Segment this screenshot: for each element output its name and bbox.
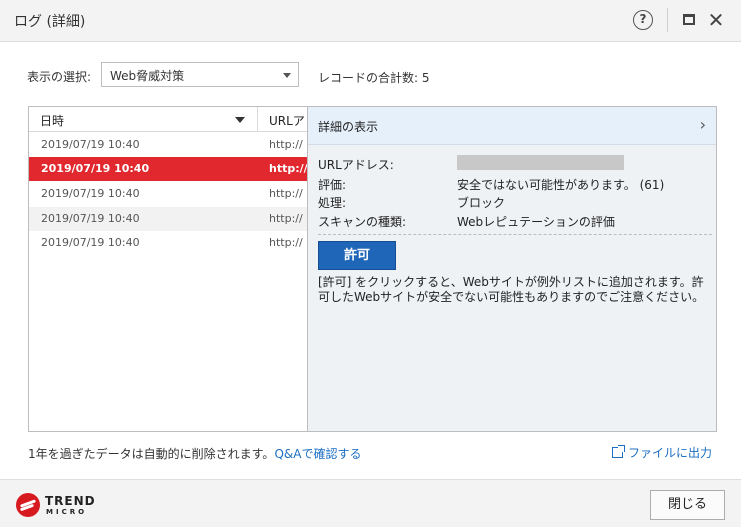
list-header: 日時 URLア <box>29 107 307 132</box>
table-row[interactable]: 2019/07/19 10:40 http:// <box>29 182 307 206</box>
record-total: レコードの合計数: 5 <box>318 71 430 85</box>
url-value-redacted <box>457 155 624 170</box>
bottom-bar: TREND MICRO 閉じる <box>0 479 741 527</box>
rating-label: 評価: <box>318 178 347 192</box>
column-header-url[interactable]: URLア <box>269 112 305 129</box>
row-date: 2019/07/19 10:40 <box>41 138 140 151</box>
table-row[interactable]: 2019/07/19 10:40 http:// <box>29 207 307 231</box>
row-date: 2019/07/19 10:40 <box>41 236 140 249</box>
close-icon[interactable]: ✕ <box>706 9 726 31</box>
scan-type-label: スキャンの種類: <box>318 215 407 229</box>
detail-panel: 詳細の表示 › URLアドレス: 評価: 安全ではない可能性があります。 (61… <box>307 106 717 432</box>
filter-selected-value: Web脅威対策 <box>110 69 185 83</box>
allow-note: [許可] をクリックすると、Webサイトが例外リストに追加されます。許可したWe… <box>318 275 705 304</box>
export-file-link[interactable]: ファイルに出力 <box>612 444 712 461</box>
sort-down-icon[interactable] <box>235 117 245 123</box>
export-file-label: ファイルに出力 <box>628 446 713 460</box>
detail-title: 詳細の表示 <box>318 120 379 134</box>
rating-value: 安全ではない可能性があります。 (61) <box>457 178 665 192</box>
qa-link[interactable]: Q&Aで確認する <box>274 447 361 461</box>
filter-select[interactable]: Web脅威対策 <box>101 62 299 87</box>
chevron-right-icon[interactable]: › <box>700 115 706 134</box>
row-date: 2019/07/19 10:40 <box>41 212 140 225</box>
help-icon[interactable]: ? <box>633 10 653 30</box>
allow-button[interactable]: 許可 <box>318 241 396 270</box>
row-url: http:// <box>269 162 307 175</box>
row-url: http:// <box>269 212 303 225</box>
detail-divider <box>318 234 712 235</box>
detail-header[interactable]: 詳細の表示 › <box>308 107 716 145</box>
url-label: URLアドレス: <box>318 158 394 172</box>
scan-type-value: Webレピュテーションの評価 <box>457 215 615 229</box>
row-url: http:// <box>269 187 303 200</box>
action-value: ブロック <box>457 196 506 210</box>
column-header-date[interactable]: 日時 <box>40 112 64 129</box>
external-link-icon <box>612 445 625 458</box>
table-row-selected[interactable]: 2019/07/19 10:40 http:// <box>29 157 307 181</box>
logo-text-micro: MICRO <box>46 508 88 516</box>
logo-text-trend: TREND <box>45 494 96 508</box>
action-label: 処理: <box>318 196 347 210</box>
window-title: ログ (詳細) <box>14 14 86 30</box>
row-url: http:// <box>269 138 303 151</box>
retention-note: 1年を過ぎたデータは自動的に削除されます。Q&Aで確認する <box>28 445 361 462</box>
table-row[interactable]: 2019/07/19 10:40 http:// <box>29 231 307 255</box>
filter-label: 表示の選択: <box>27 70 92 84</box>
chevron-down-icon <box>283 73 291 78</box>
row-date: 2019/07/19 10:40 <box>41 187 140 200</box>
title-divider <box>667 8 668 32</box>
maximize-icon[interactable] <box>683 14 695 25</box>
retention-note-text: 1年を過ぎたデータは自動的に削除されます。 <box>28 447 275 461</box>
close-button[interactable]: 閉じる <box>650 490 725 520</box>
row-date: 2019/07/19 10:40 <box>41 162 150 175</box>
column-divider[interactable] <box>257 107 258 132</box>
title-bar: ログ (詳細) ? ✕ <box>0 0 741 42</box>
table-row[interactable]: 2019/07/19 10:40 http:// <box>29 133 307 157</box>
trend-micro-logo-icon <box>16 493 40 517</box>
log-list: 日時 URLア 2019/07/19 10:40 http:// 2019/07… <box>28 106 307 432</box>
row-url: http:// <box>269 236 303 249</box>
